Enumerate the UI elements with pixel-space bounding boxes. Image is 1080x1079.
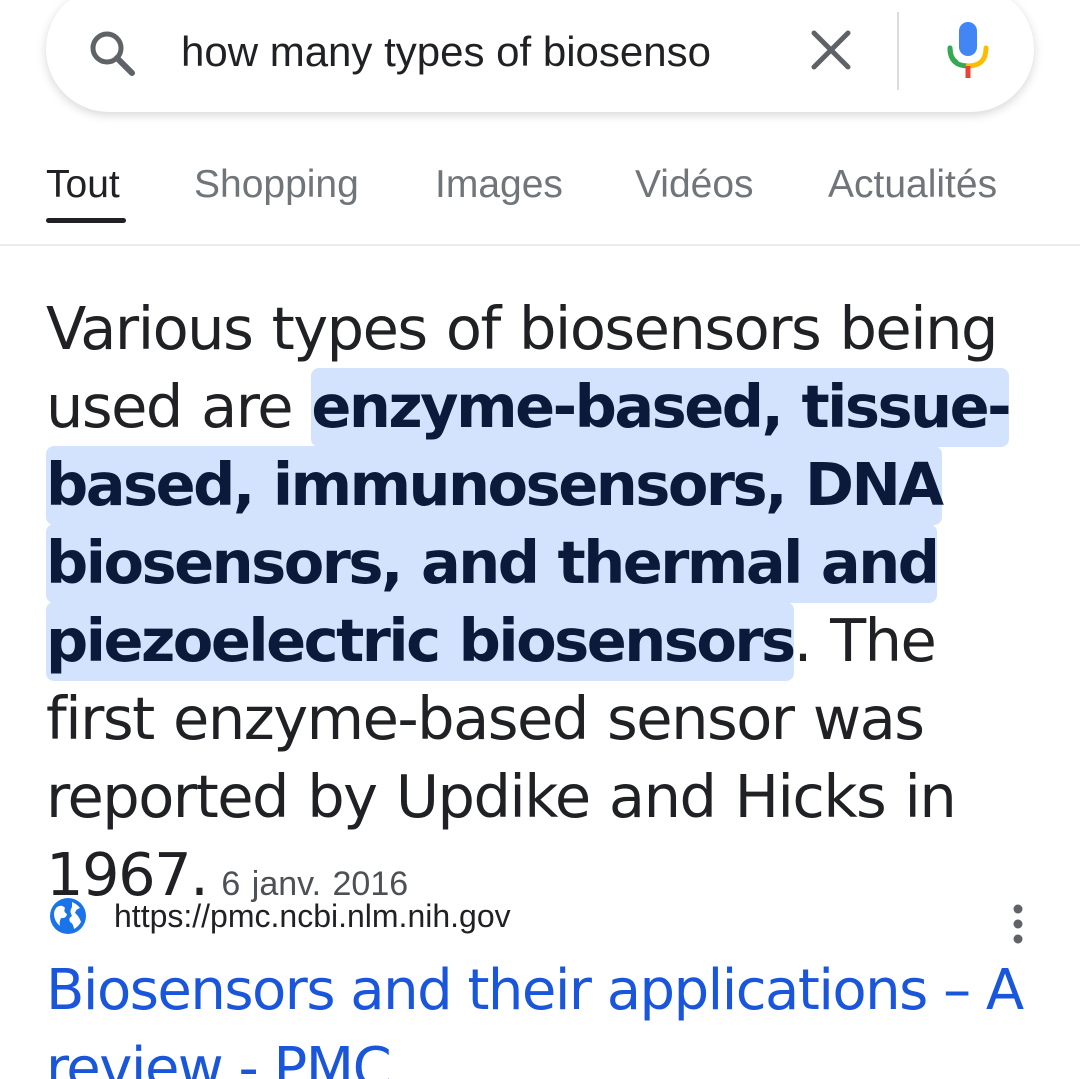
active-tab-indicator bbox=[46, 218, 126, 223]
tab-tout[interactable]: Tout bbox=[46, 162, 120, 208]
tab-videos[interactable]: Vidéos bbox=[635, 162, 754, 208]
search-tabs: Tout Shopping Images Vidéos Actualités bbox=[0, 150, 1080, 246]
close-icon[interactable] bbox=[806, 25, 856, 75]
globe-icon bbox=[50, 898, 86, 934]
tab-shopping[interactable]: Shopping bbox=[194, 162, 359, 208]
featured-snippet: Various types of biosensors being used a… bbox=[46, 290, 1046, 923]
search-input[interactable]: how many types of biosenso bbox=[181, 24, 781, 80]
result-url[interactable]: https://pmc.ncbi.nlm.nih.gov bbox=[114, 894, 511, 938]
tab-images[interactable]: Images bbox=[435, 162, 563, 208]
more-vert-icon[interactable] bbox=[1004, 902, 1032, 946]
search-divider bbox=[897, 12, 899, 90]
search-icon[interactable] bbox=[84, 25, 140, 81]
search-results-page: how many types of biosenso Tout Shopping… bbox=[0, 0, 1080, 1079]
mic-icon[interactable] bbox=[940, 18, 996, 84]
result-title-link[interactable]: Biosensors and their applications – A re… bbox=[46, 952, 1046, 1079]
tab-actualites[interactable]: Actualités bbox=[828, 162, 997, 208]
